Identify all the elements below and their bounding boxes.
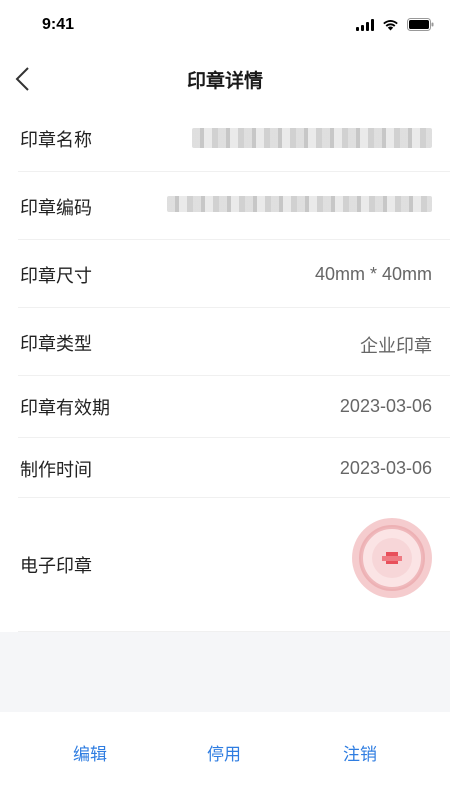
battery-icon [407, 18, 434, 31]
row-label: 电子印章 [20, 556, 92, 577]
row-label: 印章编码 [20, 198, 92, 219]
row-value: 企业印章 [360, 336, 432, 357]
row-value: 40mm * 40mm [314, 264, 432, 284]
row-value: 2023-03-06 [339, 396, 432, 416]
row-electronic-seal: 电子印章 [0, 498, 450, 632]
detail-list: 印章名称 印章编码 印章尺寸 40mm * 40mm 印章类型 企业印章 印章有… [0, 106, 450, 632]
bottom-action-bar: 编辑 停用 注销 [0, 712, 450, 800]
signal-icon [356, 18, 374, 31]
row-made-time: 制作时间 2023-03-06 [0, 438, 450, 498]
status-bar: 9:41 [0, 0, 450, 52]
row-label: 制作时间 [20, 460, 92, 481]
row-label: 印章名称 [20, 130, 92, 151]
seal-image[interactable] [348, 514, 436, 602]
row-seal-code: 印章编码 [0, 172, 450, 240]
edit-button[interactable]: 编辑 [73, 740, 107, 765]
row-seal-name: 印章名称 [0, 106, 450, 172]
empty-area [0, 632, 450, 712]
row-label: 印章有效期 [20, 398, 110, 419]
row-value: 2023-03-06 [339, 458, 432, 478]
row-seal-validity: 印章有效期 2023-03-06 [0, 376, 450, 438]
page-title: 印章详情 [186, 70, 263, 92]
disable-button[interactable]: 停用 [207, 740, 241, 765]
cancel-seal-button[interactable]: 注销 [343, 740, 377, 765]
status-time: 9:41 [42, 16, 75, 33]
wifi-icon [382, 19, 399, 31]
row-seal-type: 印章类型 企业印章 [0, 308, 450, 376]
status-icons [356, 18, 434, 31]
row-label: 印章类型 [20, 334, 92, 355]
seal-icon [352, 518, 432, 598]
nav-bar: 印章详情 [0, 52, 450, 106]
redacted-value [192, 128, 432, 148]
row-label: 印章尺寸 [20, 266, 92, 287]
row-seal-size: 印章尺寸 40mm * 40mm [0, 240, 450, 308]
redacted-value [167, 196, 432, 212]
